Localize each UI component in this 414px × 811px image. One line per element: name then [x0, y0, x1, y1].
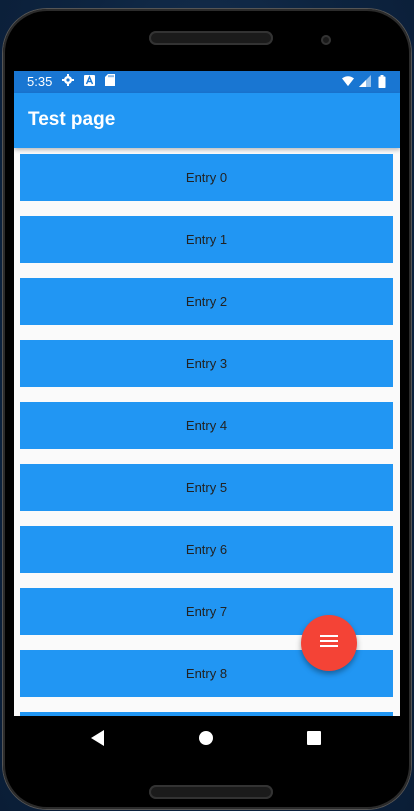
status-bar: 5:35 — [14, 71, 400, 93]
list-item[interactable]: Entry 0 — [20, 154, 393, 201]
list-item-label: Entry 6 — [185, 542, 228, 557]
sd-card-icon — [104, 74, 116, 86]
status-system-icons — [342, 74, 388, 88]
front-camera — [321, 35, 331, 45]
list-item[interactable]: Entry 2 — [20, 278, 393, 325]
list-item-label: Entry 0 — [185, 170, 228, 185]
list-item-label: Entry 7 — [185, 604, 228, 619]
wifi-icon — [342, 75, 354, 87]
system-nav-bar — [14, 716, 400, 760]
battery-icon — [376, 74, 388, 88]
app-screen: 5:35 Test page Entry 0 Entry 1 Entry 2 E… — [14, 71, 400, 716]
app-bar: Test page — [14, 93, 400, 148]
list-item-label: Entry 5 — [185, 480, 228, 495]
bottom-speaker — [149, 785, 273, 799]
signal-icon — [359, 75, 371, 87]
a-box-icon — [83, 74, 95, 86]
status-notification-icons — [62, 74, 116, 86]
menu-icon — [320, 634, 338, 653]
list-item-label: Entry 8 — [185, 666, 228, 681]
list-item[interactable]: Entry 5 — [20, 464, 393, 511]
list-item[interactable]: Entry 4 — [20, 402, 393, 449]
list-item-label: Entry 1 — [185, 232, 228, 247]
list-item[interactable]: Entry 3 — [20, 340, 393, 387]
device-background: 5:35 Test page Entry 0 Entry 1 Entry 2 E… — [0, 0, 414, 811]
list-item[interactable]: Entry 6 — [20, 526, 393, 573]
settings-icon — [62, 74, 74, 86]
back-icon[interactable] — [89, 729, 107, 747]
list-item-label: Entry 4 — [185, 418, 228, 433]
page-title: Test page — [28, 109, 116, 130]
list-item-label: Entry 2 — [185, 294, 228, 309]
top-speaker — [149, 31, 273, 45]
menu-fab-button[interactable] — [301, 615, 357, 671]
home-icon[interactable] — [197, 729, 215, 747]
list-item[interactable]: Entry 1 — [20, 216, 393, 263]
recents-icon[interactable] — [305, 729, 323, 747]
status-time: 5:35 — [27, 74, 53, 89]
list-item-label: Entry 3 — [185, 356, 228, 371]
